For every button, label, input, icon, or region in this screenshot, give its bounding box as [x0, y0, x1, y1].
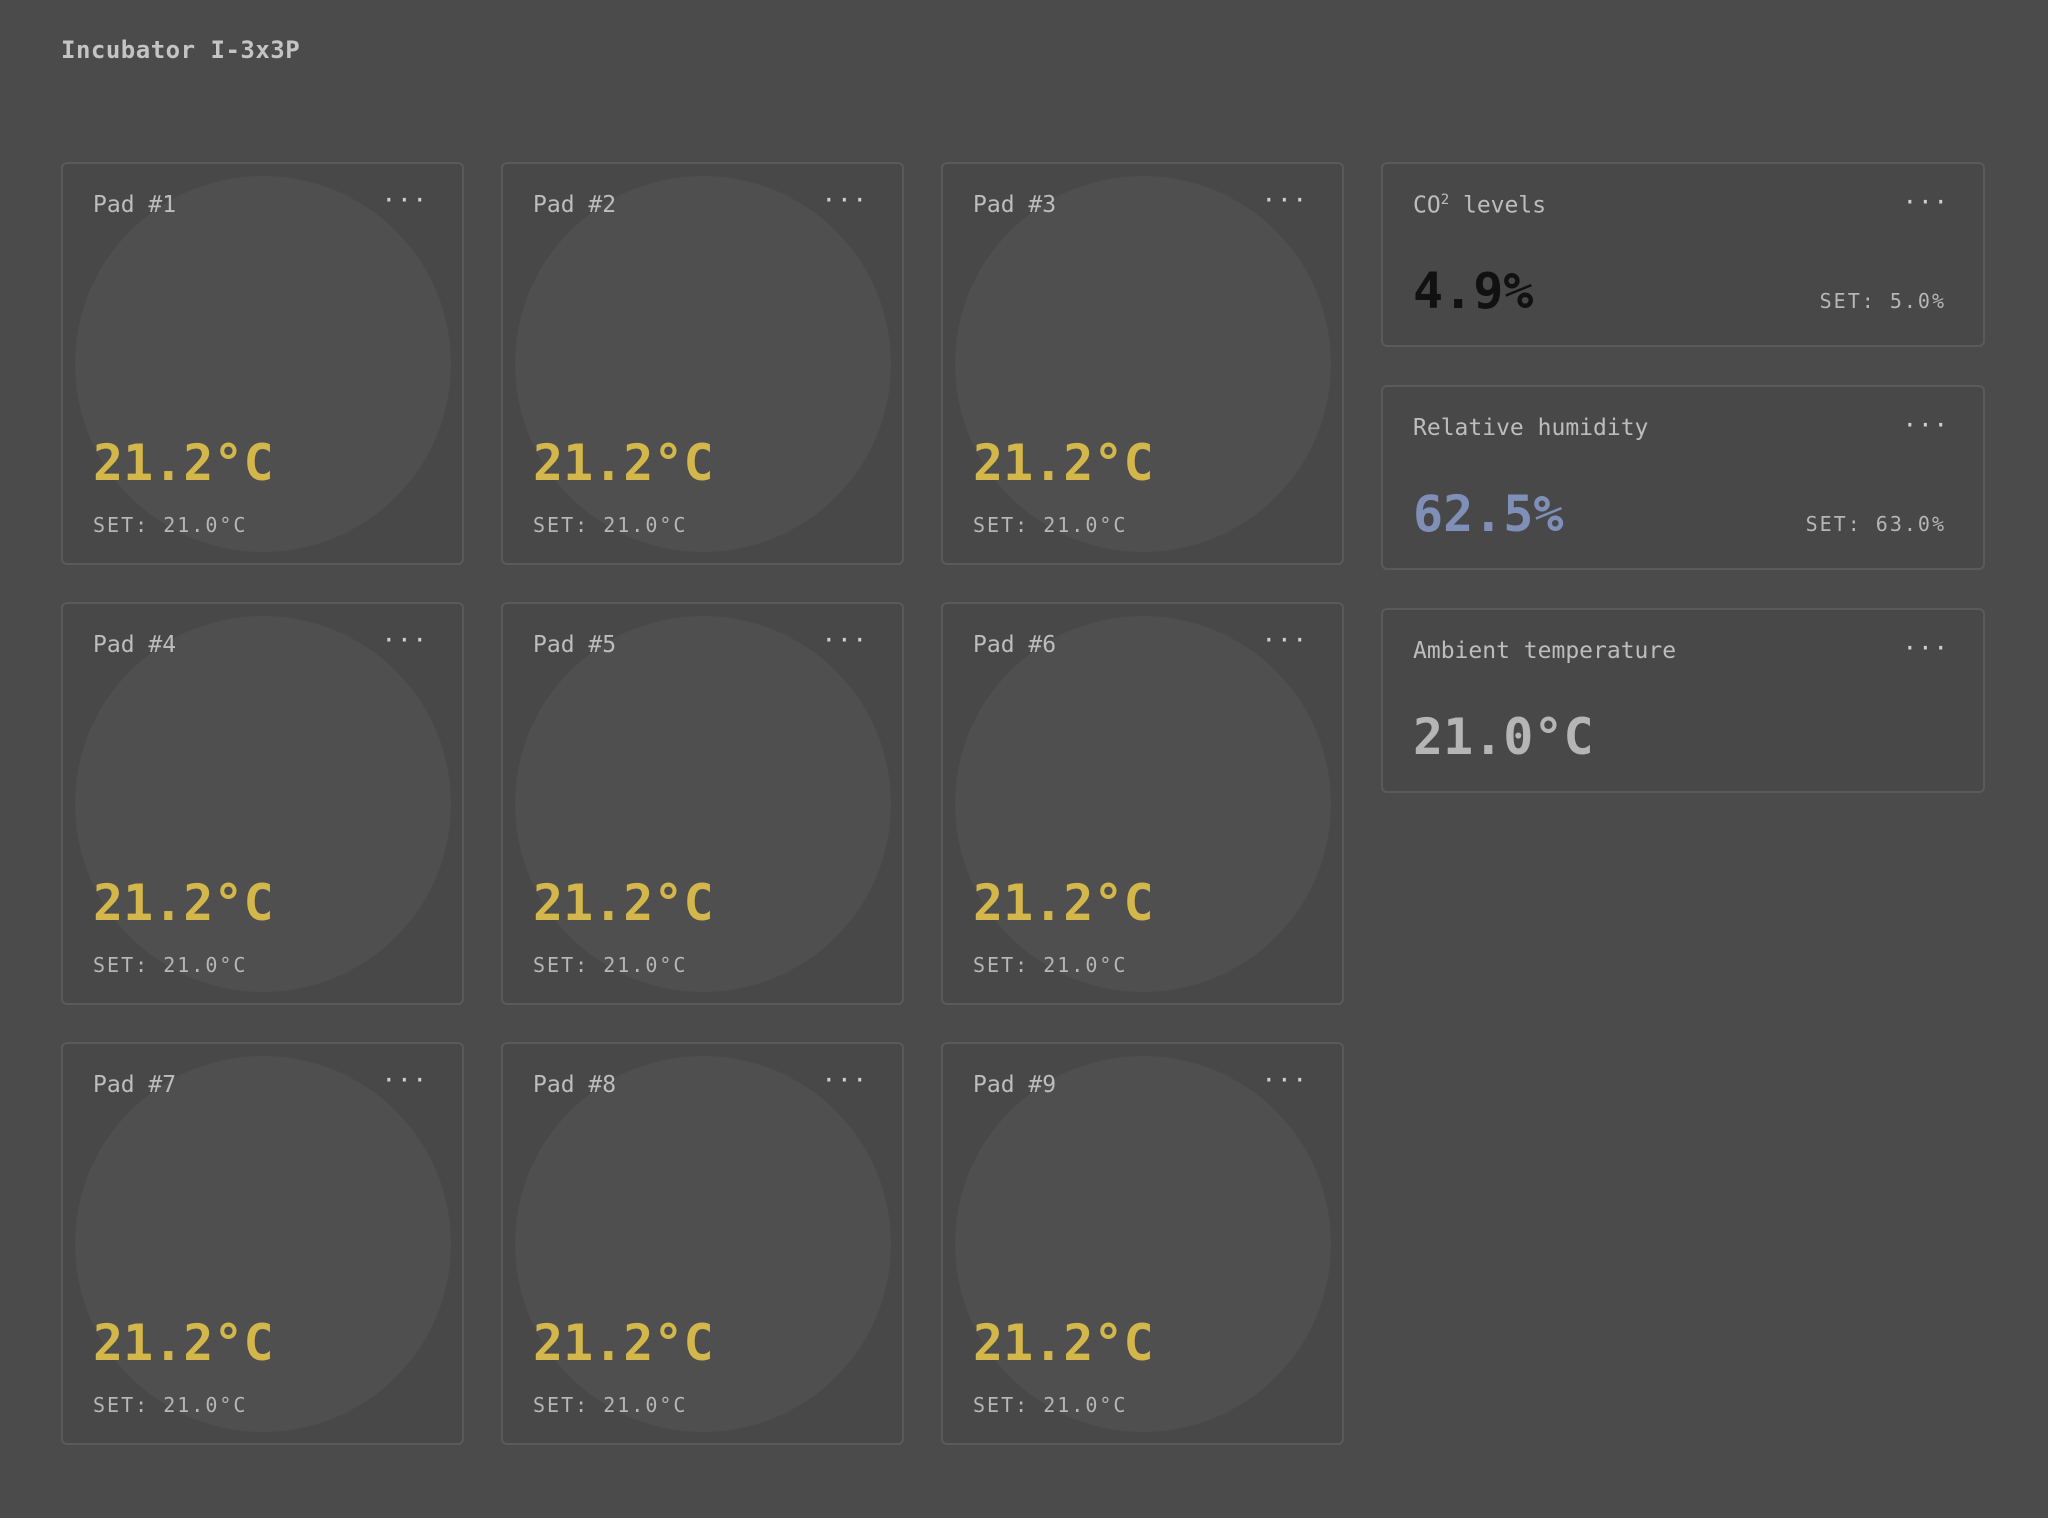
co2-title-sup: 2	[1440, 192, 1450, 208]
more-horizontal-icon[interactable]: ···	[382, 1068, 428, 1092]
pad-temperature: 21.2°C	[973, 1314, 1154, 1372]
pad-ring	[515, 1056, 891, 1432]
more-horizontal-icon[interactable]: ···	[822, 1068, 868, 1092]
pad-title: Pad #2	[533, 192, 617, 218]
pad-setpoint: SET: 21.0°C	[533, 1393, 688, 1417]
more-horizontal-icon[interactable]: ···	[822, 188, 868, 212]
more-horizontal-icon[interactable]: ···	[382, 188, 428, 212]
pad-ring	[75, 176, 451, 552]
pad-setpoint: SET: 21.0°C	[973, 953, 1128, 977]
co2-card[interactable]: CO2 levels ··· 4.9% SET: 5.0%	[1381, 162, 1985, 347]
pad-ring	[955, 1056, 1331, 1432]
co2-setpoint: SET: 5.0%	[1819, 289, 1946, 313]
pad-card-1[interactable]: Pad #1 ··· 21.2°C SET: 21.0°C	[61, 162, 464, 565]
pad-card-3[interactable]: Pad #3 ··· 21.2°C SET: 21.0°C	[941, 162, 1344, 565]
pad-title: Pad #8	[533, 1072, 617, 1098]
pad-ring	[955, 616, 1331, 992]
pad-setpoint: SET: 21.0°C	[93, 513, 248, 537]
pad-setpoint: SET: 21.0°C	[533, 513, 688, 537]
pad-card-7[interactable]: Pad #7 ··· 21.2°C SET: 21.0°C	[61, 1042, 464, 1445]
sensor-column: CO2 levels ··· 4.9% SET: 5.0% Relative h…	[1381, 162, 1985, 831]
co2-value: 4.9%	[1413, 262, 1534, 320]
pad-card-4[interactable]: Pad #4 ··· 21.2°C SET: 21.0°C	[61, 602, 464, 1005]
pad-temperature: 21.2°C	[93, 1314, 274, 1372]
pad-ring	[75, 616, 451, 992]
app-title: Incubator I-3x3P	[61, 36, 301, 64]
more-horizontal-icon[interactable]: ···	[1262, 1068, 1308, 1092]
pad-setpoint: SET: 21.0°C	[93, 1393, 248, 1417]
pad-title: Pad #5	[533, 632, 617, 658]
co2-title-main: CO	[1413, 192, 1441, 219]
pad-temperature: 21.2°C	[973, 874, 1154, 932]
pad-title: Pad #7	[93, 1072, 177, 1098]
ambient-title: Ambient temperature	[1413, 638, 1677, 664]
pad-ring	[955, 176, 1331, 552]
more-horizontal-icon[interactable]: ···	[1903, 636, 1949, 660]
pad-card-2[interactable]: Pad #2 ··· 21.2°C SET: 21.0°C	[501, 162, 904, 565]
humidity-value: 62.5%	[1413, 485, 1564, 543]
more-horizontal-icon[interactable]: ···	[1262, 628, 1308, 652]
more-horizontal-icon[interactable]: ···	[1903, 413, 1949, 437]
more-horizontal-icon[interactable]: ···	[1903, 190, 1949, 214]
co2-title: CO2 levels	[1413, 192, 1546, 219]
pad-temperature: 21.2°C	[533, 1314, 714, 1372]
pad-card-5[interactable]: Pad #5 ··· 21.2°C SET: 21.0°C	[501, 602, 904, 1005]
pad-setpoint: SET: 21.0°C	[533, 953, 688, 977]
pad-setpoint: SET: 21.0°C	[973, 513, 1128, 537]
more-horizontal-icon[interactable]: ···	[1262, 188, 1308, 212]
more-horizontal-icon[interactable]: ···	[382, 628, 428, 652]
humidity-title: Relative humidity	[1413, 415, 1649, 441]
pad-ring	[75, 1056, 451, 1432]
pad-temperature: 21.2°C	[533, 434, 714, 492]
more-horizontal-icon[interactable]: ···	[822, 628, 868, 652]
pad-ring	[515, 176, 891, 552]
pad-ring	[515, 616, 891, 992]
ambient-card[interactable]: Ambient temperature ··· 21.0°C	[1381, 608, 1985, 793]
pad-title: Pad #9	[973, 1072, 1057, 1098]
pad-title: Pad #3	[973, 192, 1057, 218]
pad-card-6[interactable]: Pad #6 ··· 21.2°C SET: 21.0°C	[941, 602, 1344, 1005]
pad-temperature: 21.2°C	[93, 434, 274, 492]
pad-setpoint: SET: 21.0°C	[93, 953, 248, 977]
pads-grid: Pad #1 ··· 21.2°C SET: 21.0°C Pad #2 ···…	[61, 162, 1344, 1445]
pad-temperature: 21.2°C	[973, 434, 1154, 492]
humidity-card[interactable]: Relative humidity ··· 62.5% SET: 63.0%	[1381, 385, 1985, 570]
pad-card-9[interactable]: Pad #9 ··· 21.2°C SET: 21.0°C	[941, 1042, 1344, 1445]
pad-setpoint: SET: 21.0°C	[973, 1393, 1128, 1417]
pad-title: Pad #4	[93, 632, 177, 658]
co2-title-rest: levels	[1449, 192, 1547, 219]
humidity-setpoint: SET: 63.0%	[1805, 512, 1946, 536]
pad-temperature: 21.2°C	[93, 874, 274, 932]
pad-card-8[interactable]: Pad #8 ··· 21.2°C SET: 21.0°C	[501, 1042, 904, 1445]
pad-title: Pad #6	[973, 632, 1057, 658]
pad-temperature: 21.2°C	[533, 874, 714, 932]
pad-title: Pad #1	[93, 192, 177, 218]
ambient-value: 21.0°C	[1413, 708, 1594, 766]
